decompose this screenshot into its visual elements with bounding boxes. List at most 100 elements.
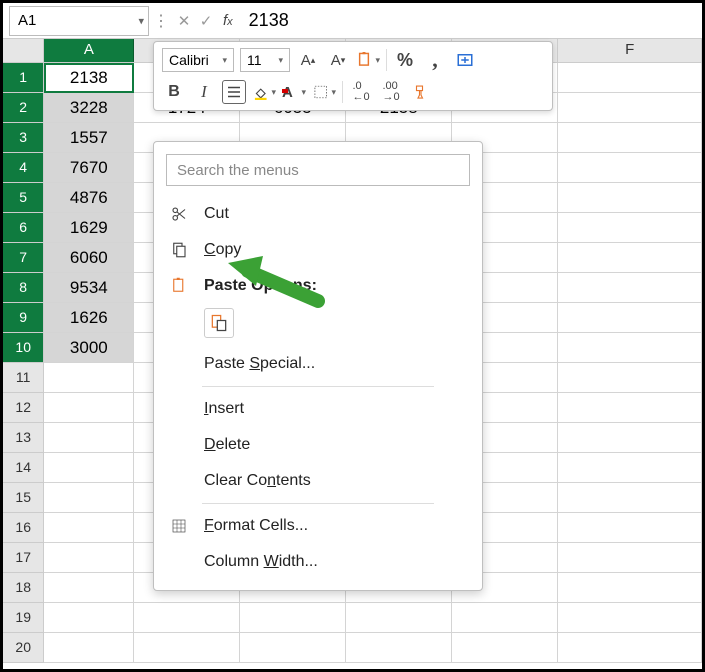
cell[interactable] [44, 393, 134, 423]
menu-clear-contents[interactable]: Clear Contents [154, 463, 482, 499]
row-header[interactable]: 10 [3, 333, 44, 363]
menu-paste-special[interactable]: Paste Special... [154, 346, 482, 382]
row-header[interactable]: 5 [3, 183, 44, 213]
row-header[interactable]: 4 [3, 153, 44, 183]
cell[interactable] [240, 603, 346, 633]
cell[interactable] [558, 93, 702, 123]
cell[interactable]: 1626 [44, 303, 134, 333]
cell[interactable] [44, 513, 134, 543]
font-color-icon[interactable]: A▾ [282, 80, 306, 104]
enter-check-icon[interactable]: ✓ [195, 12, 217, 30]
cell[interactable] [558, 153, 702, 183]
formula-value[interactable]: 2138 [239, 10, 289, 31]
cell[interactable] [558, 363, 702, 393]
row-header[interactable]: 17 [3, 543, 44, 573]
cell[interactable]: 1629 [44, 213, 134, 243]
cell-a2[interactable]: 3228 [44, 93, 134, 123]
cell[interactable] [44, 603, 134, 633]
comma-format-icon[interactable]: , [423, 48, 447, 72]
row-header[interactable]: 13 [3, 423, 44, 453]
cell[interactable] [44, 483, 134, 513]
cell[interactable] [452, 603, 558, 633]
cell[interactable] [558, 63, 702, 93]
decrease-font-icon[interactable]: A▾ [326, 48, 350, 72]
increase-decimal-icon[interactable]: .0←0 [349, 80, 373, 104]
cell[interactable] [558, 573, 702, 603]
fill-color-icon[interactable]: ▾ [252, 80, 276, 104]
increase-font-icon[interactable]: A▴ [296, 48, 320, 72]
cell[interactable] [134, 603, 240, 633]
cell[interactable] [558, 273, 702, 303]
cell[interactable] [558, 483, 702, 513]
cell[interactable] [558, 453, 702, 483]
font-name-select[interactable]: Calibri▾ [162, 48, 234, 72]
cell[interactable] [558, 543, 702, 573]
menu-copy[interactable]: Copy [154, 232, 482, 268]
cell[interactable] [346, 633, 452, 663]
row-header[interactable]: 14 [3, 453, 44, 483]
align-button[interactable] [222, 80, 246, 104]
row-header[interactable]: 2 [3, 93, 44, 123]
cell-a1[interactable]: 2138 [44, 63, 134, 93]
cell[interactable] [558, 633, 702, 663]
row-header[interactable]: 11 [3, 363, 44, 393]
cell[interactable] [44, 423, 134, 453]
orientation-icon[interactable] [453, 48, 477, 72]
row-header[interactable]: 20 [3, 633, 44, 663]
fx-icon[interactable]: fx [217, 12, 239, 29]
cell[interactable] [558, 303, 702, 333]
row-20[interactable]: 20 [3, 633, 702, 663]
bold-button[interactable]: B [162, 80, 186, 104]
cell[interactable] [558, 123, 702, 153]
cell[interactable] [558, 423, 702, 453]
menu-cut[interactable]: Cut [154, 196, 482, 232]
row-header[interactable]: 19 [3, 603, 44, 633]
row-header[interactable]: 6 [3, 213, 44, 243]
row-header[interactable]: 12 [3, 393, 44, 423]
cell[interactable] [558, 513, 702, 543]
row-header[interactable]: 8 [3, 273, 44, 303]
paste-icon[interactable] [204, 308, 234, 338]
menu-search-input[interactable]: Search the menus [166, 154, 470, 186]
cell[interactable] [558, 333, 702, 363]
cell[interactable]: 4876 [44, 183, 134, 213]
borders-icon[interactable]: ▾ [312, 80, 336, 104]
row-header[interactable]: 1 [3, 63, 44, 93]
paste-options-icon[interactable]: ▾ [356, 48, 380, 72]
cell[interactable] [346, 603, 452, 633]
menu-column-width[interactable]: Column Width... [154, 544, 482, 580]
cell[interactable] [44, 543, 134, 573]
percent-format-icon[interactable]: % [393, 48, 417, 72]
cell[interactable] [452, 633, 558, 663]
cell[interactable] [558, 243, 702, 273]
cell[interactable]: 3000 [44, 333, 134, 363]
cell[interactable]: 6060 [44, 243, 134, 273]
row-19[interactable]: 19 [3, 603, 702, 633]
cell[interactable] [44, 573, 134, 603]
cell[interactable]: 1557 [44, 123, 134, 153]
cell[interactable] [44, 363, 134, 393]
font-size-select[interactable]: 11▾ [240, 48, 290, 72]
select-all-corner[interactable] [3, 39, 44, 62]
menu-delete[interactable]: Delete [154, 427, 482, 463]
menu-insert[interactable]: Insert [154, 391, 482, 427]
italic-button[interactable]: I [192, 80, 216, 104]
cell[interactable] [558, 183, 702, 213]
cell[interactable] [44, 453, 134, 483]
row-header[interactable]: 9 [3, 303, 44, 333]
cell[interactable] [558, 213, 702, 243]
cell[interactable] [134, 633, 240, 663]
row-header[interactable]: 16 [3, 513, 44, 543]
cell[interactable] [558, 603, 702, 633]
cell[interactable]: 7670 [44, 153, 134, 183]
format-painter-icon[interactable] [409, 80, 433, 104]
row-header[interactable]: 7 [3, 243, 44, 273]
cell[interactable] [558, 393, 702, 423]
decrease-decimal-icon[interactable]: .00→0 [379, 80, 403, 104]
name-box[interactable]: A1 ▾ [9, 6, 149, 36]
cell[interactable] [44, 633, 134, 663]
col-header-f[interactable]: F [558, 39, 702, 62]
row-header[interactable]: 15 [3, 483, 44, 513]
chevron-down-icon[interactable]: ▾ [138, 14, 144, 27]
cell[interactable] [240, 633, 346, 663]
